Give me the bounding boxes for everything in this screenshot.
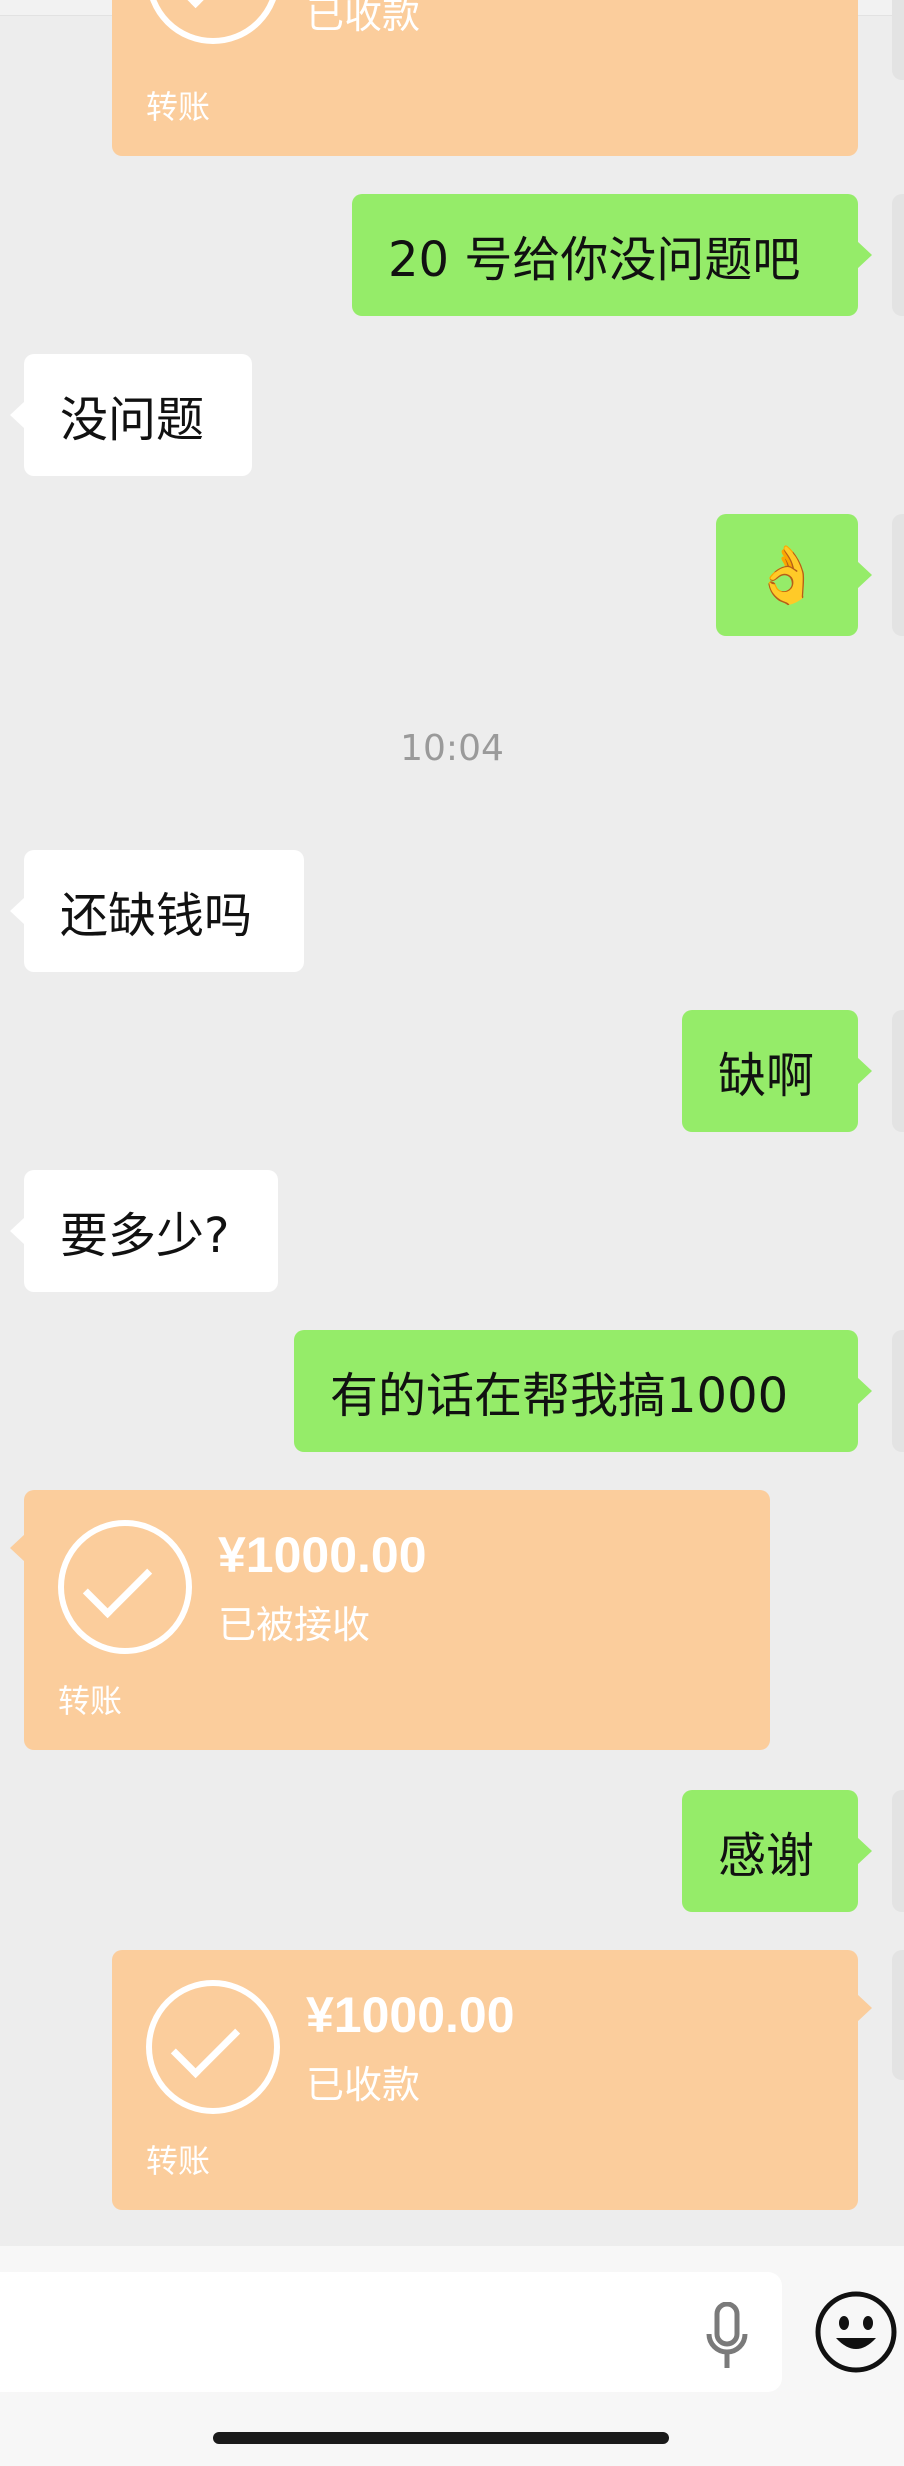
message-text: 还缺钱吗 — [60, 888, 253, 944]
transfer-card-sent[interactable]: ¥1000.00 已收款 转账 — [112, 1950, 872, 2210]
received-message-bubble[interactable]: 还缺钱吗 — [10, 850, 304, 972]
sent-message-bubble[interactable]: 20 号给你没问题吧 — [352, 194, 872, 316]
smiley-face-icon[interactable] — [814, 2290, 898, 2374]
transfer-label: 转账 — [58, 1682, 123, 1720]
received-message-bubble[interactable]: 没问题 — [10, 354, 252, 476]
timestamp: 10:04 — [400, 728, 504, 769]
avatar[interactable] — [892, 1790, 904, 1912]
message-text: 20 号给你没问题吧 — [388, 232, 801, 288]
transfer-label: 转账 — [146, 88, 211, 126]
message-text: 没问题 — [60, 392, 205, 448]
sent-emoji-bubble[interactable]: 👌 — [716, 514, 872, 636]
sent-message-bubble[interactable]: 有的话在帮我搞1000 — [294, 1330, 872, 1452]
transfer-status: 已收款 — [306, 2063, 421, 2107]
home-indicator[interactable] — [213, 2432, 669, 2444]
message-text: 感谢 — [718, 1828, 815, 1884]
avatar[interactable] — [892, 514, 904, 636]
transfer-card-partial[interactable]: 已收款 转账 — [112, 0, 858, 156]
message-text: 要多少? — [60, 1208, 230, 1264]
ok-hand-emoji-icon: 👌 — [752, 543, 822, 608]
message-input[interactable] — [0, 2272, 782, 2392]
avatar[interactable] — [892, 194, 904, 316]
transfer-check-icon — [58, 1520, 192, 1654]
avatar[interactable] — [892, 1010, 904, 1132]
avatar[interactable] — [892, 1950, 904, 2080]
avatar[interactable] — [892, 0, 904, 80]
sent-message-bubble[interactable]: 缺啊 — [682, 1010, 872, 1132]
transfer-card-received[interactable]: ¥1000.00 已被接收 转账 — [10, 1490, 770, 1750]
avatar[interactable] — [892, 1330, 904, 1452]
transfer-status: 已被接收 — [218, 1603, 371, 1647]
sent-message-bubble[interactable]: 感谢 — [682, 1790, 872, 1912]
transfer-status: 已收款 — [306, 0, 421, 37]
transfer-amount: ¥1000.00 — [218, 1527, 427, 1583]
message-text: 有的话在帮我搞1000 — [330, 1368, 789, 1424]
received-message-bubble[interactable]: 要多少? — [10, 1170, 278, 1292]
microphone-icon[interactable] — [704, 2302, 750, 2372]
message-text: 缺啊 — [718, 1048, 815, 1104]
transfer-check-icon — [146, 0, 280, 44]
transfer-amount: ¥1000.00 — [306, 1987, 515, 2043]
transfer-check-icon — [146, 1980, 280, 2114]
transfer-label: 转账 — [146, 2142, 211, 2180]
